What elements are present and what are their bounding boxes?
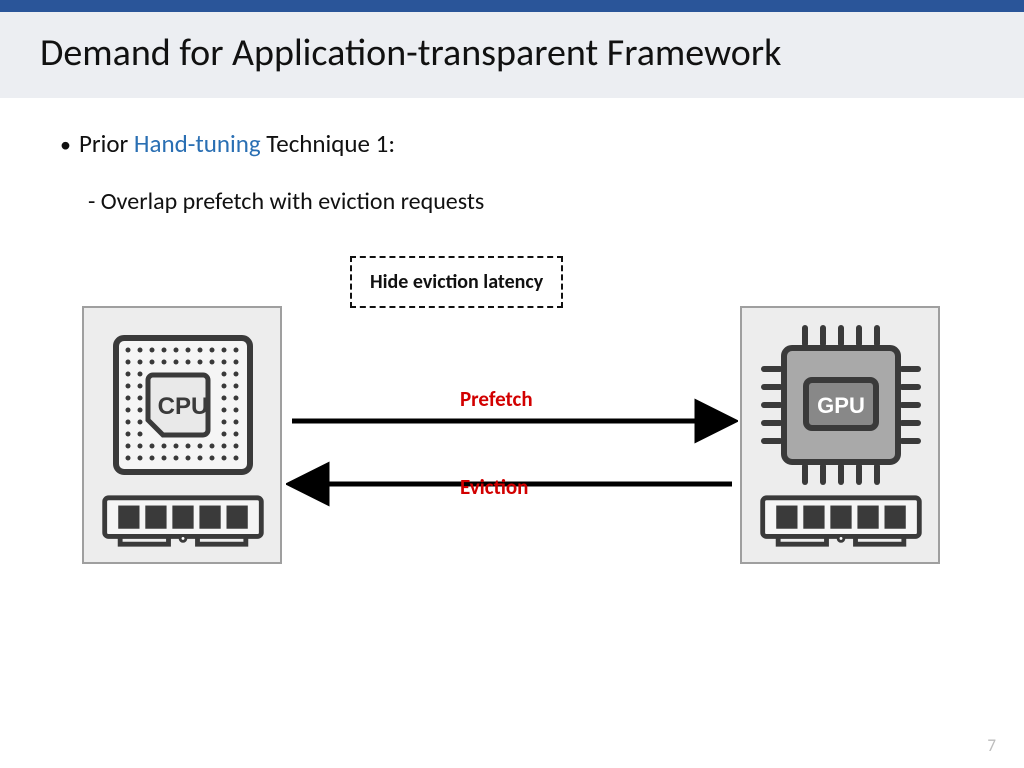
gpu-label: GPU <box>817 393 865 418</box>
eviction-latency-callout: Hide eviction latency <box>350 256 563 308</box>
cpu-memory-box: CPU <box>82 306 282 564</box>
slide-title: Demand for Application-transparent Frame… <box>40 30 984 76</box>
title-band: Demand for Application-transparent Frame… <box>0 12 1024 98</box>
top-accent-bar <box>0 0 1024 12</box>
bullet-prefix: Prior <box>79 128 134 159</box>
gpu-memory-box: GPU <box>740 306 940 564</box>
ram-module-icon-right <box>756 492 926 550</box>
bullet-highlight: Hand-tuning <box>134 128 261 159</box>
bullet-line: • Prior Hand-tuning Technique 1: <box>60 128 964 159</box>
diagram: Hide eviction latency <box>60 256 980 606</box>
cpu-chip-icon: CPU <box>98 320 268 490</box>
body-area: • Prior Hand-tuning Technique 1: - Overl… <box>0 98 1024 606</box>
ram-module-icon-left <box>98 492 268 550</box>
bullet-text: Prior Hand-tuning Technique 1: <box>79 128 395 159</box>
bullet-suffix: Technique 1: <box>261 128 395 159</box>
cpu-label: CPU <box>158 393 209 420</box>
arrow-label-eviction: Eviction <box>460 474 528 500</box>
callout-text: Hide eviction latency <box>370 270 543 294</box>
bullet-dot: • <box>60 134 71 156</box>
gpu-chip-icon: GPU <box>756 320 926 490</box>
page-number: 7 <box>987 735 996 756</box>
arrow-label-prefetch: Prefetch <box>460 386 533 412</box>
sub-bullet: - Overlap prefetch with eviction request… <box>88 187 964 216</box>
